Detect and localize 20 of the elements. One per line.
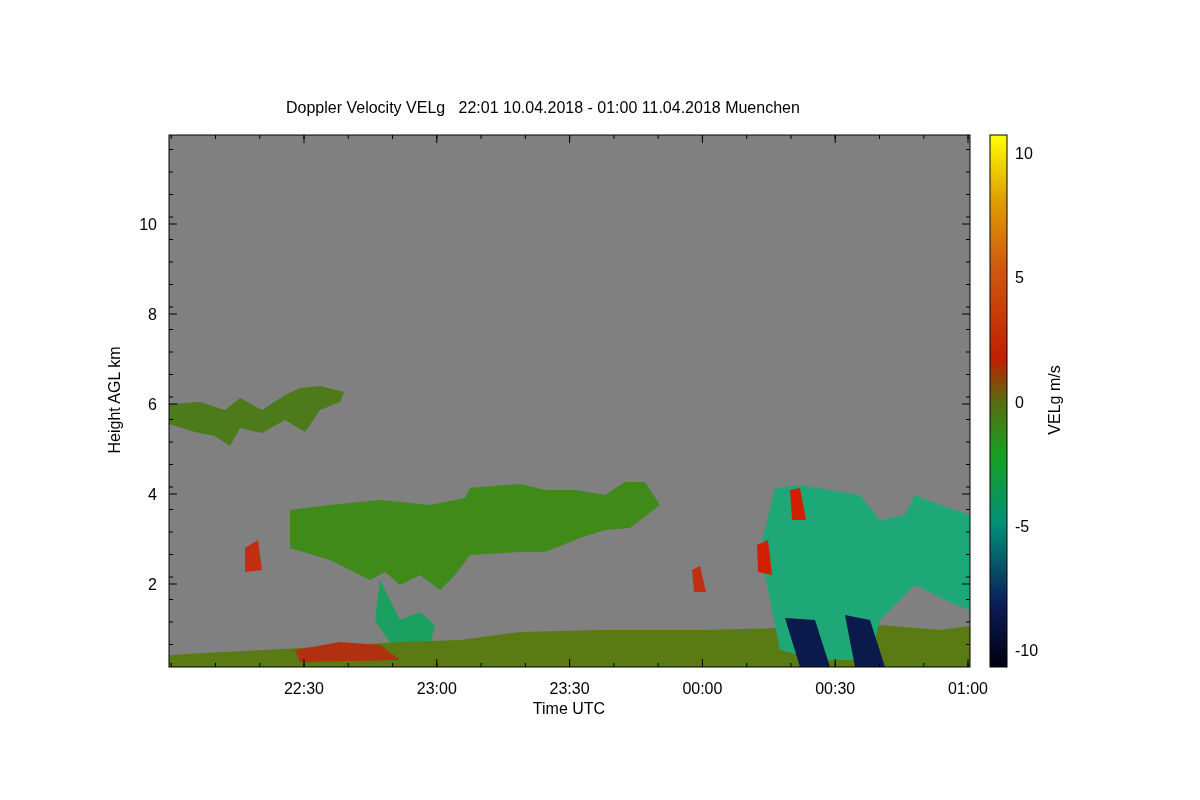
x-tick-label: 23:00 bbox=[416, 680, 457, 697]
y-tick-label: 6 bbox=[148, 396, 157, 413]
x-tick-label: 23:30 bbox=[549, 680, 590, 697]
x-tick-label: 00:00 bbox=[682, 680, 723, 697]
y-tick-label: 10 bbox=[139, 216, 157, 233]
y-tick-label: 2 bbox=[148, 576, 157, 593]
y-tick-label: 8 bbox=[148, 306, 157, 323]
colorbar-tick-label: -10 bbox=[1015, 642, 1039, 659]
chart-title: Doppler Velocity VELg 22:01 10.04.2018 - 01:00 11.04.2018 Muenchen bbox=[286, 99, 800, 117]
colorbar-tick-label: -5 bbox=[1015, 517, 1030, 535]
y-axis-label: Height AGL km bbox=[106, 346, 123, 454]
x-axis-label: Time UTC bbox=[532, 700, 606, 717]
x-tick-label: 00:30 bbox=[815, 680, 856, 697]
x-tick-label: 22:30 bbox=[284, 680, 324, 697]
y-tick-label: 4 bbox=[148, 486, 157, 503]
colorbar-tick-label: 10 bbox=[1015, 145, 1033, 162]
colorbar-label: VELg m/s bbox=[1046, 365, 1063, 435]
colorbar-tick-label: 5 bbox=[1015, 269, 1024, 287]
colorbar-tick-label: 0 bbox=[1015, 393, 1024, 411]
x-tick-label: 01:00 bbox=[948, 680, 988, 697]
